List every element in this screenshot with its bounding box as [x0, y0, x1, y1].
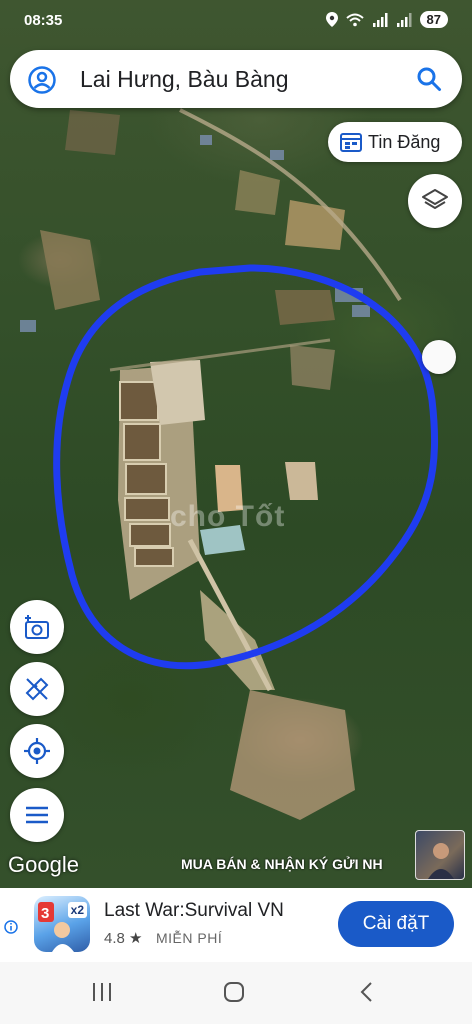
- menu-button[interactable]: [10, 788, 64, 842]
- install-button[interactable]: Cài đặT: [338, 901, 454, 947]
- home-icon[interactable]: [222, 980, 246, 1004]
- app-icon: 3 x2: [34, 896, 90, 952]
- calendar-list-icon: [340, 133, 362, 152]
- app-icon-badge: x2: [67, 902, 87, 918]
- ad-rating-value: 4.8: [104, 930, 125, 947]
- seller-watermark: MUA BÁN & NHẬN KÝ GỬI NH: [181, 856, 383, 872]
- ad-banner[interactable]: 3 x2 Last War:Survival VN 4.8 ★ MIỄN PHÍ…: [0, 888, 472, 962]
- my-location-button[interactable]: [10, 724, 64, 778]
- add-photo-button[interactable]: [10, 600, 64, 654]
- search-bar[interactable]: Lai Hưng, Bàu Bàng: [10, 50, 462, 108]
- post-listing-button[interactable]: Tin Đăng: [328, 122, 462, 162]
- my-location-icon: [24, 738, 50, 764]
- wifi-icon: [345, 13, 364, 26]
- status-time: 08:35: [24, 12, 63, 29]
- ruler-icon: [25, 677, 49, 701]
- star-icon: ★: [129, 930, 143, 947]
- map-watermark-center: cho Tốt: [170, 500, 286, 533]
- post-listing-label: Tin Đăng: [368, 131, 441, 152]
- drawn-boundary-circle: [53, 264, 439, 670]
- system-nav-bar: [0, 962, 472, 1024]
- status-bar: 08:35 87: [0, 0, 472, 42]
- seller-avatar[interactable]: [415, 830, 465, 880]
- search-query-text[interactable]: Lai Hưng, Bàu Bàng: [80, 66, 288, 93]
- google-attribution: Google: [8, 852, 79, 877]
- battery-indicator: 87: [419, 11, 448, 28]
- ad-price: MIỄN PHÍ: [156, 930, 223, 946]
- signal-icon-1: [372, 12, 388, 27]
- search-icon[interactable]: [416, 66, 442, 92]
- layers-button[interactable]: [408, 174, 462, 228]
- ad-app-name[interactable]: Last War:Survival VN: [104, 900, 284, 922]
- recent-apps-icon[interactable]: [90, 980, 114, 1004]
- status-icons: 87: [325, 11, 448, 28]
- location-status-icon: [325, 12, 338, 27]
- menu-icon: [26, 806, 48, 824]
- signal-icon-2: [396, 12, 412, 27]
- add-photo-icon: [25, 615, 49, 639]
- ad-rating: 4.8 ★: [104, 929, 142, 947]
- drawer-handle[interactable]: [422, 340, 456, 374]
- account-circle-icon[interactable]: [28, 66, 56, 94]
- ad-info-icon[interactable]: [4, 920, 18, 934]
- back-icon[interactable]: [356, 980, 380, 1004]
- layers-icon: [422, 189, 448, 209]
- measure-button[interactable]: [10, 662, 64, 716]
- avatar-person-icon: [428, 843, 454, 879]
- svg-text:3: 3: [41, 905, 49, 922]
